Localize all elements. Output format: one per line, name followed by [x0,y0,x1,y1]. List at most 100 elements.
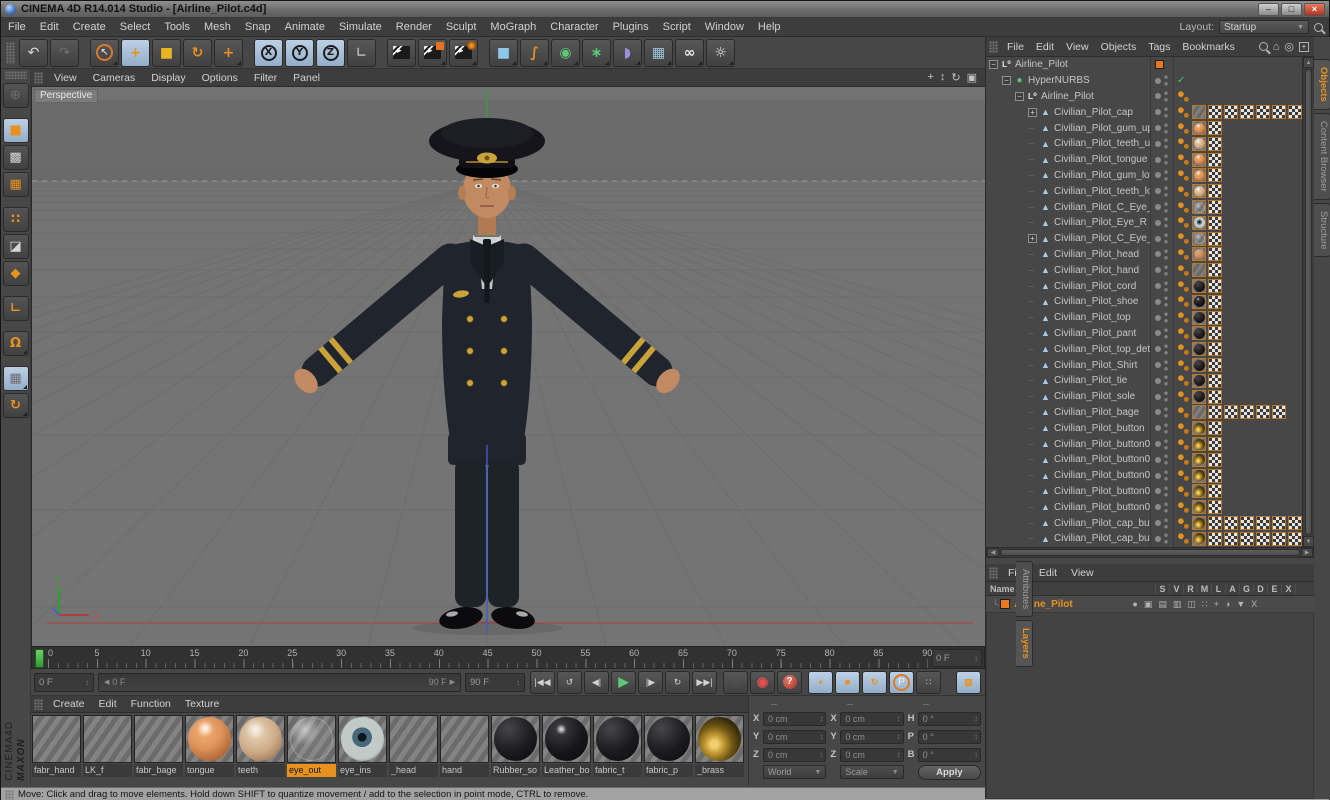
object-row[interactable]: ─▲Civilian_Pilot_cap_butR [986,515,1302,531]
move-tool-button[interactable]: + [121,39,150,67]
visibility-toggles[interactable] [1150,215,1174,231]
minimize-button[interactable]: – [1258,3,1279,16]
object-row[interactable]: ─▲Civilian_Pilot_tie [986,373,1302,389]
object-row[interactable]: ─▲Civilian_Pilot_button004 [986,468,1302,484]
material--head[interactable]: _head [389,715,440,777]
object-row[interactable]: ─▲Civilian_Pilot_C_Eye_R [986,199,1302,215]
object-row[interactable]: ─▲Civilian_Pilot_button001 [986,452,1302,468]
menu-item-script[interactable]: Script [656,21,698,33]
stepper-icon[interactable]: ↕ [516,678,520,687]
uvw-tag[interactable] [1272,105,1286,119]
material-tag[interactable] [1192,295,1206,309]
visibility-dot[interactable] [1155,315,1161,321]
column-header-s[interactable]: S [1156,584,1170,594]
layout-select[interactable]: Startup ▼ [1219,20,1309,34]
view-toggle-icon[interactable]: ▣ [1144,599,1153,610]
animation-toggle-icon[interactable]: ∷ [1202,599,1208,610]
uvw-tag[interactable] [1224,532,1238,546]
material-lk-f[interactable]: LK_f [83,715,134,777]
visibility-toggles[interactable] [1150,136,1174,152]
generators-toggle-icon[interactable]: + [1214,599,1219,609]
phong-tag[interactable] [1177,485,1190,498]
visibility-toggles[interactable] [1150,468,1174,484]
material-rubber-so[interactable]: Rubber_so [491,715,542,777]
tab-content-browser[interactable]: Content Browser [1314,113,1330,200]
material-tag[interactable] [1192,342,1206,356]
uvw-tag[interactable] [1240,516,1254,530]
field-input[interactable]: 0 cm↕ [763,748,826,762]
material--brass[interactable]: _brass [695,715,746,777]
workplane-lock-button[interactable]: ▦ [3,366,29,391]
material-tag[interactable] [1192,153,1206,167]
play-button[interactable]: ▶ [611,671,636,694]
key-point-level-button[interactable]: ∷ [916,671,941,694]
menu-item-objects[interactable]: Objects [1095,41,1143,53]
visibility-dot[interactable] [1155,93,1161,99]
material-tag[interactable] [1192,311,1206,325]
column-header-d[interactable]: D [1254,584,1268,594]
edges-mode-button[interactable]: ◪ [3,234,29,259]
visibility-dots[interactable] [1164,154,1168,165]
model-mode-button[interactable]: ■ [3,118,29,143]
next-frame-button[interactable]: |▶ [638,671,663,694]
visibility-toggles[interactable] [1150,357,1174,373]
object-row[interactable]: ─▲Civilian_Pilot_button005 [986,436,1302,452]
visibility-dots[interactable] [1164,502,1168,513]
redo-button[interactable]: ↷ [50,39,79,67]
menu-item-edit[interactable]: Edit [1032,567,1064,579]
search-icon[interactable] [1259,42,1268,51]
visibility-dots[interactable] [1164,407,1168,418]
stepper-icon[interactable]: ↕ [974,732,978,741]
uvw-tag[interactable] [1208,263,1222,277]
visibility-dots[interactable] [1164,423,1168,434]
menu-item-texture[interactable]: Texture [178,698,226,710]
previous-key-button[interactable]: ↺ [557,671,582,694]
visibility-dot[interactable] [1155,520,1161,526]
tab-structure[interactable]: Structure [1314,203,1330,258]
visibility-dots[interactable] [1164,265,1168,276]
menu-item-render[interactable]: Render [389,21,439,33]
menu-item-mograph[interactable]: MoGraph [483,21,543,33]
previous-frame-button[interactable]: ◀| [584,671,609,694]
layer-color-chip[interactable] [1155,60,1164,69]
phong-tag[interactable] [1177,374,1190,387]
material-fabric-t[interactable]: fabric_t [593,715,644,777]
visibility-toggles[interactable] [1150,168,1174,184]
uvw-tag[interactable] [1208,168,1222,182]
object-row[interactable]: ─▲Civilian_Pilot_button002 [986,484,1302,500]
visibility-toggles[interactable] [1150,484,1174,500]
add-light-button[interactable]: ☼ [706,39,735,67]
column-header-a[interactable]: A [1226,584,1240,594]
visibility-dots[interactable] [1164,281,1168,292]
visibility-dot[interactable] [1155,441,1161,447]
uvw-tag[interactable] [1256,105,1270,119]
material-tag[interactable] [1192,326,1206,340]
frame-range-slider[interactable]: ◀ 0 F 90 F ▶ [98,673,461,692]
visibility-toggles[interactable] [1150,499,1174,515]
column-header-x[interactable]: X [1282,584,1296,594]
layer-color-chip[interactable] [1000,599,1010,609]
field-input[interactable]: 0 cm↕ [763,730,826,744]
toolbar-grip[interactable] [989,567,998,579]
menu-item-file[interactable]: File [1,21,33,33]
scale-tool-button[interactable]: ■ [152,39,181,67]
expressions-toggle-icon[interactable]: ▼ [1236,599,1245,609]
visibility-toggles[interactable] [1150,515,1174,531]
range-left-arrow-icon[interactable]: ◀ [104,678,109,686]
stepper-icon[interactable]: ↕ [897,714,901,723]
layer-row[interactable]: └ Airline_Pilot ●▣▤▥◫∷+◑▼X [986,596,1314,612]
render-view-button[interactable] [387,39,416,67]
menu-item-character[interactable]: Character [543,21,605,33]
object-row[interactable]: ─▲Civilian_Pilot_Eye_R [986,215,1302,231]
visibility-dot[interactable] [1155,409,1161,415]
key-parameter-button[interactable]: P [889,671,914,694]
uvw-tag[interactable] [1208,295,1222,309]
material-tag[interactable] [1192,453,1206,467]
object-row[interactable]: ─▲Civilian_Pilot_gum_lower [986,168,1302,184]
visibility-toggles[interactable] [1150,247,1174,263]
render-picture-viewer-button[interactable] [418,39,447,67]
material-fabr-hand[interactable]: fabr_hand [32,715,83,777]
uvw-tag[interactable] [1288,532,1302,546]
uvw-tag[interactable] [1256,516,1270,530]
object-row[interactable]: ─▲Civilian_Pilot_tongue [986,152,1302,168]
